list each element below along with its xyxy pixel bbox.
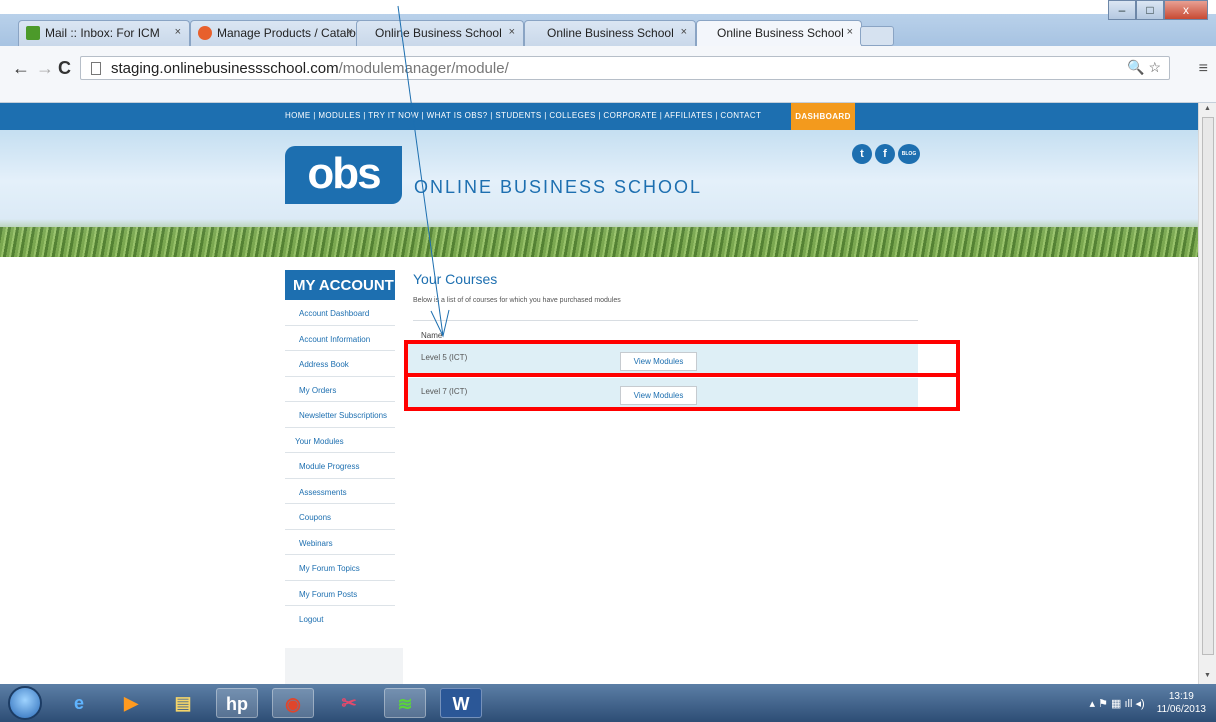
scroll-down-icon[interactable]: ▼: [1204, 672, 1211, 679]
media-player-icon[interactable]: ▶: [110, 688, 152, 718]
spotify-icon[interactable]: ≋: [384, 688, 426, 718]
snipping-tool-icon[interactable]: ✂: [328, 688, 370, 718]
start-orb-icon[interactable]: [8, 686, 42, 720]
clock[interactable]: 13:19 11/06/2013: [1157, 690, 1206, 716]
hp-icon[interactable]: hp: [216, 688, 258, 718]
annotation-arrow: [397, 5, 450, 338]
chrome-icon[interactable]: ◉: [272, 688, 314, 718]
word-icon[interactable]: W: [440, 688, 482, 718]
tray-icons[interactable]: ▴ ⚑ ▦ ıll ◂): [1090, 697, 1145, 710]
file-explorer-icon[interactable]: ▤: [162, 688, 204, 718]
system-tray: ▴ ⚑ ▦ ıll ◂) 13:19 11/06/2013: [1090, 690, 1206, 716]
scroll-up-icon[interactable]: ▲: [1204, 105, 1211, 112]
vertical-scrollbar[interactable]: ▲ ▼: [1198, 103, 1216, 684]
windows-taskbar: e ▶ ▤ hp ◉ ✂ ≋ W ▴ ⚑ ▦ ıll ◂) 13:19 11/0…: [0, 684, 1216, 722]
clock-date: 11/06/2013: [1156, 704, 1206, 715]
scroll-thumb[interactable]: [1202, 117, 1214, 655]
clock-time: 13:19: [1168, 691, 1194, 702]
ie-icon[interactable]: e: [58, 688, 100, 718]
